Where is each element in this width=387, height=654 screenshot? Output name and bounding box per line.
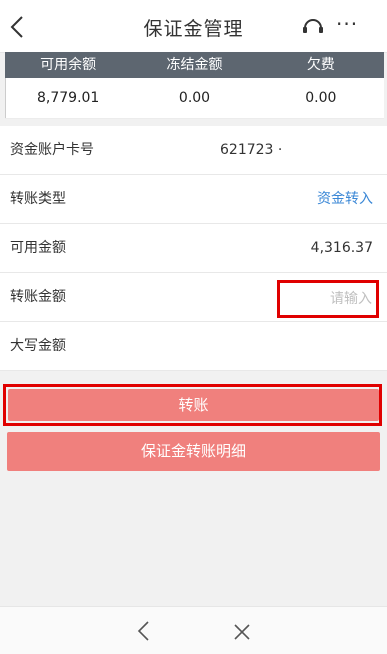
balance-col-frozen: 冻结金额 [166,57,223,73]
transfer-amount-label: 转账金额 [10,289,66,305]
transfer-type-select[interactable]: 资金转入 [317,175,373,223]
balance-value-row: 8,779.01 0.00 0.00 [5,78,384,119]
more-dots-icon[interactable]: ··· [336,12,358,36]
available-amount-value: 4,316.37 [310,240,373,256]
uppercase-amount-label: 大写金额 [10,338,66,354]
transfer-amount-input[interactable] [280,283,376,315]
transfer-type-label: 转账类型 [10,191,66,207]
back-chevron-icon[interactable] [134,620,154,642]
transfer-amount-row: 转账金额 [0,273,387,322]
balance-arrears-value: 0.00 [305,90,337,106]
card-number-row: 资金账户卡号 621723 · [0,126,387,175]
bottom-nav-bar [0,606,387,654]
close-x-icon[interactable] [232,622,252,642]
uppercase-amount-row: 大写金额 [0,322,387,371]
balance-frozen-value: 0.00 [178,90,211,106]
transfer-form: 资金账户卡号 621723 · 转账类型 资金转入 可用金额 4,316.37 … [0,126,387,371]
divider [5,78,6,118]
transfer-button[interactable]: 转账 [8,389,379,421]
balance-col-arrears: 欠费 [306,57,335,73]
balance-header-row: 可用余额 冻结金额 欠费 [5,52,384,78]
balance-col-available: 可用余额 [40,57,97,73]
transfer-detail-button[interactable]: 保证金转账明细 [7,432,380,471]
available-amount-label: 可用金额 [10,240,66,256]
page-title: 保证金管理 [143,18,244,40]
available-amount-row: 可用金额 4,316.37 [0,224,387,273]
transfer-type-row[interactable]: 转账类型 资金转入 [0,175,387,224]
headset-icon[interactable] [300,14,326,38]
transfer-amount-highlight [277,280,379,318]
card-number-value: 621723 · [220,142,283,158]
balance-available-value: 8,779.01 [36,90,100,106]
header-bar: 保证金管理 ··· [0,0,387,53]
card-number-label: 资金账户卡号 [10,142,94,158]
